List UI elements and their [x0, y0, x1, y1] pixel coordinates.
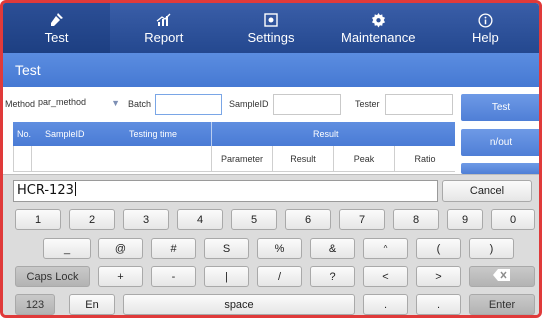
key-open-paren[interactable]: (: [416, 238, 461, 259]
key-period[interactable]: .: [363, 294, 408, 315]
tester-input[interactable]: [385, 94, 453, 115]
method-select[interactable]: par_method ▼: [38, 97, 122, 113]
key-less-than[interactable]: <: [363, 266, 408, 287]
key-6[interactable]: 6: [285, 209, 331, 230]
info-icon: [478, 11, 493, 29]
col-result: Result: [313, 129, 339, 139]
batch-label: Batch: [128, 99, 152, 109]
key-hash[interactable]: #: [151, 238, 196, 259]
key-greater-than[interactable]: >: [416, 266, 461, 287]
key-8[interactable]: 8: [393, 209, 439, 230]
batch-input[interactable]: [155, 94, 222, 115]
text-caret: [74, 182, 76, 196]
column-divider: [31, 146, 32, 172]
top-navigation: Test Report Settings Maintenance Help: [3, 3, 539, 53]
caps-lock-key[interactable]: Caps Lock: [15, 266, 90, 287]
key-2[interactable]: 2: [69, 209, 115, 230]
numeric-mode-key[interactable]: 123: [15, 294, 55, 315]
app-frame: Test Report Settings Maintenance Help Te…: [0, 0, 542, 318]
sampleid-label: SampleID: [229, 99, 269, 109]
sub-col-parameter: Parameter: [211, 146, 272, 172]
table-header: No. SampleID Testing time Result: [13, 122, 455, 146]
key-minus[interactable]: -: [151, 266, 196, 287]
space-key[interactable]: space: [123, 294, 355, 315]
page-title: Test: [3, 53, 539, 87]
result-subheader: Parameter Result Peak Ratio: [211, 146, 455, 172]
keyboard-input-value: HCR-123: [17, 183, 74, 198]
nav-tab-report[interactable]: Report: [110, 3, 217, 53]
nav-label: Test: [44, 30, 69, 45]
key-7[interactable]: 7: [339, 209, 385, 230]
sub-col-peak: Peak: [333, 146, 394, 172]
key-close-paren[interactable]: ): [469, 238, 514, 259]
key-caret[interactable]: ^: [363, 238, 408, 259]
chart-icon: [156, 11, 172, 29]
backspace-icon: [493, 269, 511, 284]
nav-tab-test[interactable]: Test: [3, 3, 111, 53]
settings-icon: [264, 11, 278, 29]
nav-label: Settings: [247, 30, 295, 45]
results-table: No. SampleID Testing time Result Paramet…: [13, 122, 455, 174]
key-underscore[interactable]: _: [43, 238, 91, 259]
key-1[interactable]: 1: [15, 209, 61, 230]
side-button-partial[interactable]: [461, 163, 539, 174]
flask-icon: [49, 11, 65, 29]
nav-label: Help: [472, 30, 499, 45]
chevron-down-icon: ▼: [111, 98, 120, 108]
key-percent[interactable]: %: [257, 238, 302, 259]
col-sampleid: SampleID: [45, 129, 85, 139]
nav-label: Maintenance: [340, 30, 416, 45]
language-key[interactable]: En: [69, 294, 115, 315]
nav-tab-help[interactable]: Help: [432, 3, 539, 53]
key-9[interactable]: 9: [447, 209, 483, 230]
tester-label: Tester: [355, 99, 380, 109]
n-out-button[interactable]: n/out: [461, 129, 539, 156]
key-3[interactable]: 3: [123, 209, 169, 230]
key-slash[interactable]: /: [257, 266, 302, 287]
key-at[interactable]: @: [98, 238, 143, 259]
table-row[interactable]: [13, 146, 211, 172]
key-0[interactable]: 0: [491, 209, 535, 230]
nav-label: Report: [144, 30, 184, 45]
sub-col-ratio: Ratio: [394, 146, 455, 172]
test-button[interactable]: Test: [461, 94, 539, 121]
on-screen-keyboard: HCR-123 Cancel 1 2 3 4 5 6 7 8 9 0 _ @ #…: [3, 174, 539, 315]
nav-tab-settings[interactable]: Settings: [217, 3, 324, 53]
col-no: No.: [17, 129, 32, 139]
key-question[interactable]: ?: [310, 266, 355, 287]
key-period-2[interactable]: .: [416, 294, 461, 315]
header-divider: [211, 122, 212, 146]
method-label: Method: [5, 99, 36, 109]
key-s[interactable]: S: [204, 238, 249, 259]
key-4[interactable]: 4: [177, 209, 223, 230]
col-testing-time: Testing time: [129, 129, 178, 139]
sub-col-result: Result: [272, 146, 333, 172]
method-value: par_method: [38, 97, 87, 107]
keyboard-text-field[interactable]: HCR-123: [13, 180, 438, 202]
key-plus[interactable]: +: [98, 266, 143, 287]
cancel-button[interactable]: Cancel: [442, 180, 532, 202]
gear-icon: [371, 11, 386, 29]
key-5[interactable]: 5: [231, 209, 277, 230]
filter-row: Method par_method ▼ Batch SampleID Teste…: [3, 91, 455, 119]
key-ampersand[interactable]: &: [310, 238, 355, 259]
nav-tab-maintenance[interactable]: Maintenance: [325, 3, 432, 53]
key-pipe[interactable]: |: [204, 266, 249, 287]
enter-key[interactable]: Enter: [469, 294, 535, 315]
backspace-key[interactable]: [469, 266, 535, 287]
sampleid-input[interactable]: [273, 94, 341, 115]
